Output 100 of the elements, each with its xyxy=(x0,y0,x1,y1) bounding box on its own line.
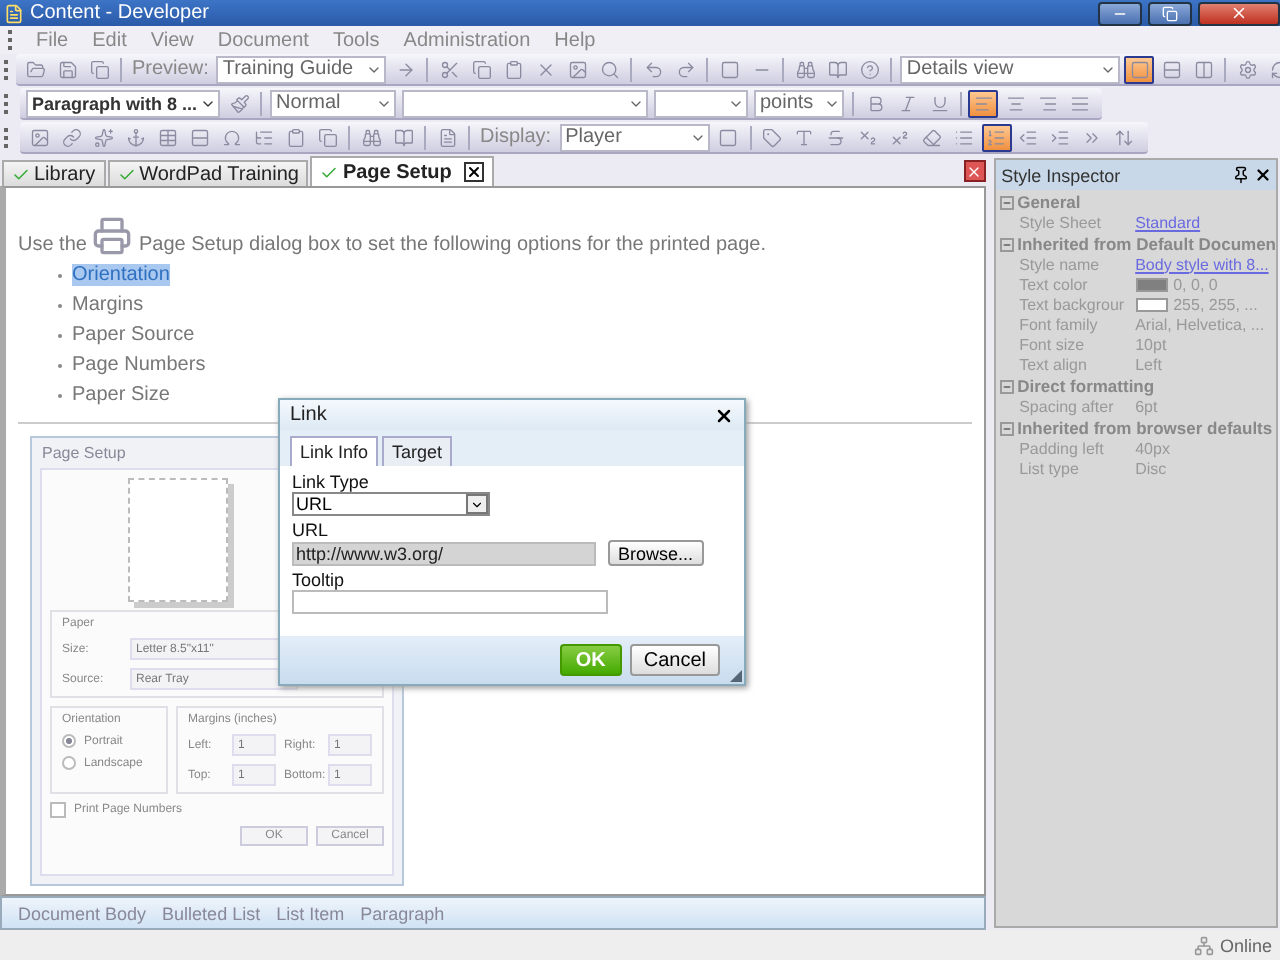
collapse-icon[interactable] xyxy=(999,237,1014,251)
dialog-tab[interactable]: Target xyxy=(382,436,453,466)
checkbox[interactable] xyxy=(50,802,66,818)
restore-button[interactable] xyxy=(1148,1,1192,25)
menu-item[interactable]: Help xyxy=(542,29,608,51)
close-button[interactable] xyxy=(1254,166,1272,184)
field-label: URL xyxy=(292,520,329,540)
save-icon xyxy=(57,59,77,79)
square-icon xyxy=(719,59,740,79)
menu-item[interactable]: Edit xyxy=(80,29,139,51)
outdent-icon xyxy=(1018,127,1039,147)
dropdown[interactable]: points xyxy=(754,89,844,117)
type-icon xyxy=(794,127,815,147)
property-label: List type xyxy=(1019,459,1079,477)
url-field[interactable]: http://www.w3.org/ xyxy=(292,541,596,565)
minimize-button[interactable] xyxy=(1098,1,1142,25)
clipboard-icon xyxy=(285,127,305,147)
collapse-icon[interactable] xyxy=(999,195,1014,209)
image-icon xyxy=(567,59,588,79)
close-button[interactable] xyxy=(714,405,734,425)
caret-icon xyxy=(470,497,484,511)
panel-title: Style Inspector xyxy=(1001,165,1121,185)
ok-button[interactable]: OK xyxy=(559,644,622,676)
printer-icon xyxy=(92,216,133,256)
link-type-select[interactable]: URL xyxy=(292,492,490,516)
superscript-icon xyxy=(890,127,911,147)
dropdown[interactable]: Normal xyxy=(270,89,396,117)
breadcrumb-item[interactable]: List Item xyxy=(276,903,345,923)
toolbar-label: Preview: xyxy=(132,58,209,80)
menu-item[interactable]: Administration xyxy=(391,29,543,51)
status-text: Online xyxy=(1219,935,1272,955)
menu-item[interactable]: View xyxy=(138,29,206,51)
menu-item[interactable]: Document xyxy=(205,29,321,51)
window-title: Content - Developer xyxy=(30,2,211,24)
binoculars-icon xyxy=(361,127,381,147)
numbered-list-button[interactable] xyxy=(981,123,1012,151)
dropdown[interactable]: Player xyxy=(559,123,710,151)
folder-icon xyxy=(25,59,45,79)
eraser-icon xyxy=(922,127,943,147)
menu-item[interactable]: File xyxy=(24,29,81,51)
pin-button[interactable] xyxy=(1232,166,1250,184)
radio-button[interactable] xyxy=(62,734,76,748)
breadcrumb-item[interactable]: Document Body xyxy=(18,903,147,923)
square-icon xyxy=(718,127,739,147)
search-icon xyxy=(599,59,620,79)
property-link[interactable]: Body style with 8... xyxy=(1135,255,1276,273)
strikethrough-icon xyxy=(826,127,847,147)
close-icon xyxy=(1254,166,1272,184)
columns-icon xyxy=(1193,59,1214,79)
copy-icon xyxy=(89,59,109,79)
dropdown[interactable]: Training Guide xyxy=(216,55,387,83)
bold-icon xyxy=(865,93,885,113)
dialog-title: Page Setup xyxy=(40,442,128,466)
field-label: Tooltip xyxy=(292,570,345,590)
property-link[interactable]: Standard xyxy=(1135,213,1276,231)
dropdown[interactable]: Details view xyxy=(900,55,1121,83)
align-left-icon xyxy=(973,93,993,113)
radio-button[interactable] xyxy=(62,756,76,770)
arrow-up-down-icon xyxy=(1114,127,1135,147)
tab-close-button[interactable] xyxy=(463,162,484,182)
redo-icon xyxy=(675,59,696,79)
align-left-button[interactable] xyxy=(968,89,998,117)
property-label: Text backgrour xyxy=(1019,295,1125,313)
list-item: Page Numbers xyxy=(72,354,206,376)
arrow-right-icon xyxy=(395,59,416,79)
document-tab[interactable]: WordPad Training xyxy=(107,160,309,186)
image-icon xyxy=(29,127,49,147)
binoculars-icon xyxy=(795,59,816,79)
document-tab[interactable]: Page Setup xyxy=(310,156,494,186)
list-tree-icon xyxy=(253,127,273,147)
cancel-button[interactable]: Cancel xyxy=(629,644,720,676)
menu-item[interactable]: Tools xyxy=(320,29,392,51)
collapse-icon[interactable] xyxy=(999,421,1014,435)
link-icon xyxy=(61,127,81,147)
collapse-icon[interactable] xyxy=(999,379,1014,393)
dropdown[interactable]: Paragraph with 8 ... xyxy=(26,89,220,117)
network-icon xyxy=(1193,935,1214,955)
close-button[interactable] xyxy=(1198,1,1280,25)
property-label: Text color xyxy=(1019,275,1088,293)
property-value: Left xyxy=(1135,355,1164,373)
document-tab[interactable]: Library xyxy=(2,160,106,186)
chevrons-icon xyxy=(1082,127,1103,147)
close-icon xyxy=(966,163,983,179)
editor-close-button[interactable] xyxy=(963,160,986,182)
browse-button[interactable]: Browse... xyxy=(608,540,704,566)
layout-button[interactable] xyxy=(1124,55,1155,83)
tooltip-field[interactable] xyxy=(292,590,608,614)
dialog-tab[interactable]: Link Info xyxy=(290,436,379,466)
close-icon xyxy=(714,405,734,425)
dropdown[interactable] xyxy=(402,89,648,117)
property-label: Style Sheet xyxy=(1019,213,1102,231)
copy-icon xyxy=(317,127,337,147)
dropdown[interactable] xyxy=(654,89,748,117)
resize-grip-icon[interactable] xyxy=(730,670,742,682)
section-title: Inherited from Default Documen xyxy=(1017,234,1276,254)
dialog-title: Link xyxy=(290,404,327,426)
breadcrumb-item[interactable]: Bulleted List xyxy=(162,903,261,923)
breadcrumb-item[interactable]: Paragraph xyxy=(360,903,445,923)
property-label: Font family xyxy=(1019,315,1098,333)
property-label: Font size xyxy=(1019,335,1085,353)
